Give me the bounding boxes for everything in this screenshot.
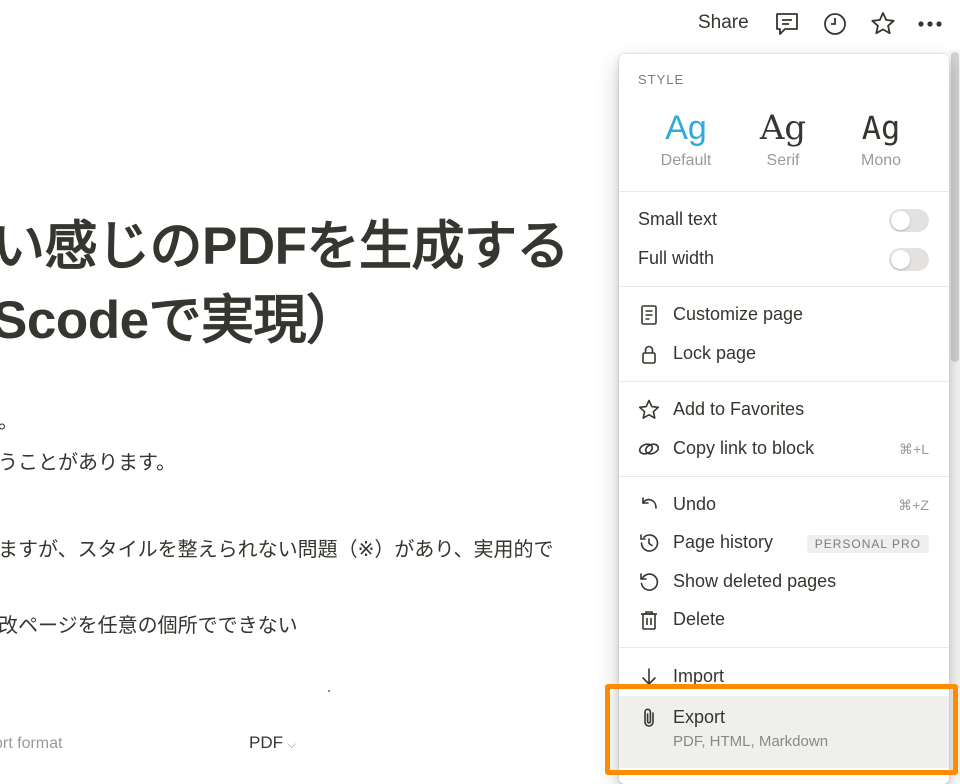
page-history-label: Page history xyxy=(673,532,774,552)
property-label: ort format xyxy=(0,735,63,752)
show-deleted-pages-label: Show deleted pages xyxy=(673,571,837,591)
font-option-default[interactable]: Ag Default xyxy=(641,106,731,170)
toggle-knob xyxy=(891,250,910,269)
undo-item[interactable]: Undo ⌘+Z xyxy=(619,486,949,524)
page-title-line-1[interactable]: い感じのPDFを生成する xyxy=(0,204,570,280)
font-sample-mono: Ag xyxy=(861,109,901,147)
customize-page-item[interactable]: Customize page xyxy=(619,296,949,334)
scrollbar-thumb[interactable] xyxy=(951,52,959,362)
delete-item[interactable]: Delete xyxy=(619,601,949,639)
export-formats: PDF, HTML, Markdown xyxy=(673,733,829,750)
paragraph-3[interactable]: ますが、スタイルを整えられない問題（※）があり、実用的で xyxy=(0,533,554,562)
show-deleted-pages-item[interactable]: Show deleted pages xyxy=(619,563,949,601)
comment-icon[interactable] xyxy=(773,10,801,38)
copy-link-item[interactable]: Copy link to block ⌘+L xyxy=(619,430,949,468)
stray-dot xyxy=(328,690,330,692)
paragraph-4[interactable]: 改ページを任意の個所でできない xyxy=(0,609,298,638)
arrow-down-icon xyxy=(637,665,661,689)
font-name-mono: Mono xyxy=(860,152,902,169)
copy-link-shortcut: ⌘+L xyxy=(899,441,929,457)
divider xyxy=(619,381,949,382)
full-width-row[interactable]: Full width xyxy=(619,240,949,278)
font-sample-serif: Ag xyxy=(759,108,807,148)
document-icon xyxy=(637,303,661,327)
divider xyxy=(619,286,949,287)
add-to-favorites-item[interactable]: Add to Favorites xyxy=(619,391,949,429)
history-icon xyxy=(637,531,661,555)
undo-icon xyxy=(637,493,661,517)
page-options-menu: STYLE Ag Default Ag Serif Ag Mono Small … xyxy=(619,54,949,784)
delete-label: Delete xyxy=(673,609,726,629)
small-text-toggle[interactable] xyxy=(889,209,929,232)
import-item[interactable]: Import xyxy=(619,658,949,696)
chevron-down-icon: ⌵ xyxy=(287,737,297,751)
toggle-knob xyxy=(891,211,910,230)
customize-page-label: Customize page xyxy=(673,304,804,324)
personal-pro-badge: PERSONAL PRO xyxy=(806,535,929,553)
small-text-row[interactable]: Small text xyxy=(619,201,949,239)
export-label: Export xyxy=(673,707,726,727)
import-label: Import xyxy=(673,666,725,686)
undo-label: Undo xyxy=(673,494,717,514)
page-content: い感じのPDFを生成する Scodeで実現） 。 うことがあります。 ますが、ス… xyxy=(0,0,620,776)
font-option-mono[interactable]: Ag Mono xyxy=(836,106,926,170)
property-value: PDF xyxy=(249,733,283,752)
trash-icon xyxy=(637,608,661,632)
export-item[interactable]: Export PDF, HTML, Markdown xyxy=(619,696,949,768)
full-width-label: Full width xyxy=(638,248,715,268)
add-to-favorites-label: Add to Favorites xyxy=(673,399,805,419)
lock-page-item[interactable]: Lock page xyxy=(619,335,949,373)
restore-icon xyxy=(637,570,661,594)
lock-icon xyxy=(637,342,661,366)
star-icon[interactable] xyxy=(869,10,897,38)
copy-link-label: Copy link to block xyxy=(673,438,815,458)
page-history-item[interactable]: Page history PERSONAL PRO xyxy=(619,524,949,562)
star-icon xyxy=(637,398,661,422)
font-sample-default: Ag xyxy=(665,109,707,147)
more-icon[interactable] xyxy=(916,10,944,38)
page-title-line-2[interactable]: Scodeで実現） xyxy=(0,278,359,354)
divider xyxy=(619,476,949,477)
clock-icon[interactable] xyxy=(821,10,849,38)
divider xyxy=(619,647,949,648)
small-text-label: Small text xyxy=(638,209,718,229)
font-name-serif: Serif xyxy=(766,152,800,169)
divider xyxy=(619,191,949,192)
paragraph-2[interactable]: うことがあります。 xyxy=(0,446,176,475)
font-name-default: Default xyxy=(660,152,712,169)
full-width-toggle[interactable] xyxy=(889,248,929,271)
property-value-select[interactable]: PDF ⌵ xyxy=(249,733,296,753)
undo-shortcut: ⌘+Z xyxy=(898,497,929,513)
paperclip-icon xyxy=(637,706,661,730)
link-icon xyxy=(637,437,661,461)
lock-page-label: Lock page xyxy=(673,343,757,363)
style-heading: STYLE xyxy=(638,72,685,87)
share-button[interactable]: Share xyxy=(698,12,749,34)
paragraph-1[interactable]: 。 xyxy=(0,405,18,434)
font-option-serif[interactable]: Ag Serif xyxy=(738,106,828,170)
